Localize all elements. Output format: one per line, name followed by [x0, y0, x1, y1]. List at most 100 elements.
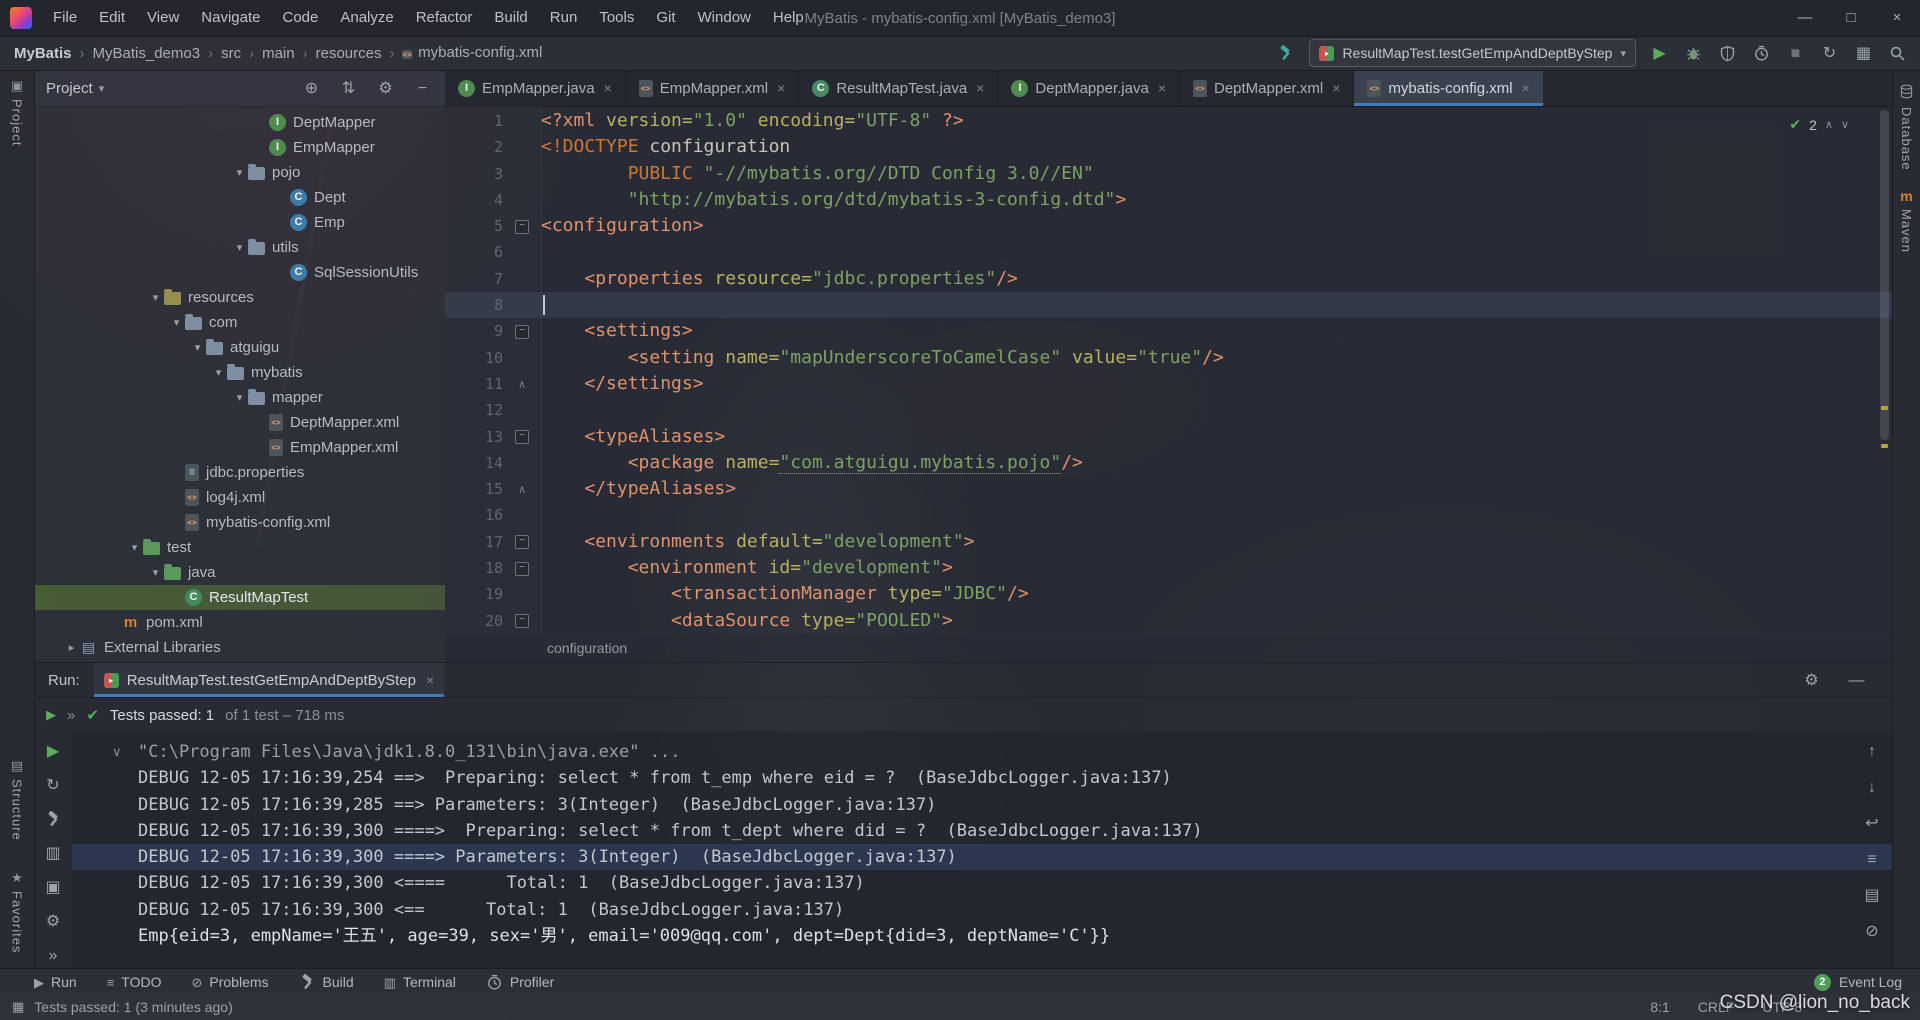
expand-icon[interactable]: » [43, 945, 64, 966]
tool-strip-structure[interactable]: ▤Structure [0, 758, 34, 841]
chevron-down-icon[interactable]: ▾ [126, 541, 143, 554]
close-tab-icon[interactable]: × [426, 672, 434, 688]
profiler-button[interactable] [1751, 43, 1772, 64]
code-line-12[interactable]: 12 [445, 397, 1893, 423]
toolwindow-button-todo[interactable]: ≡TODO [107, 974, 162, 990]
menu-tools[interactable]: Tools [588, 0, 645, 36]
editor-scrollbar[interactable] [1880, 110, 1889, 440]
scroll-up-icon[interactable]: ↑ [1862, 741, 1883, 762]
tree-item-com[interactable]: ▾com [34, 310, 445, 335]
tree-item-emp[interactable]: CEmp [34, 210, 445, 235]
chevron-down-icon[interactable]: ▾ [168, 316, 185, 329]
tree-item-mybatis-config-xml[interactable]: <>mybatis-config.xml [34, 510, 445, 535]
chevron-down-icon[interactable]: ∨ [112, 739, 122, 765]
tree-item-atguigu[interactable]: ▾atguigu [34, 335, 445, 360]
chevron-down-icon[interactable]: ▾ [210, 366, 227, 379]
locate-file-icon[interactable]: ⊕ [301, 78, 322, 99]
code-line-5[interactable]: 5−<configuration> [445, 213, 1893, 239]
close-tab-icon[interactable]: × [1332, 80, 1340, 96]
tree-item-resultmaptest[interactable]: CResultMapTest [34, 585, 445, 610]
minimize-button[interactable]: — [1782, 0, 1828, 36]
run-tab[interactable]: ▸ ResultMapTest.testGetEmpAndDeptByStep … [94, 663, 445, 697]
breadcrumb-item-src[interactable]: src [221, 45, 241, 62]
coverage-button[interactable] [1717, 43, 1738, 64]
expand-tests-icon[interactable]: » [67, 707, 75, 724]
breadcrumb-item-mybatis[interactable]: MyBatis [14, 45, 72, 62]
tree-item-resources[interactable]: ▾resources [34, 285, 445, 310]
toolwindow-button-terminal[interactable]: ▥Terminal [384, 974, 456, 990]
tree-item-sqlsessionutils[interactable]: CSqlSessionUtils [34, 260, 445, 285]
tool-strip-favorites[interactable]: ★Favorites [0, 870, 34, 953]
menu-view[interactable]: View [136, 0, 190, 36]
menu-run[interactable]: Run [539, 0, 589, 36]
chevron-right-icon[interactable]: ▸ [63, 641, 80, 654]
settings-gear-icon[interactable]: ⚙ [1801, 670, 1822, 691]
menu-file[interactable]: File [42, 0, 88, 36]
code-line-8[interactable]: 8 [445, 292, 1893, 318]
code-line-9[interactable]: 9− <settings> [445, 318, 1893, 344]
code-line-18[interactable]: 18− <environment id="development"> [445, 555, 1893, 581]
rerun-failed-icon[interactable]: ↻ [43, 775, 64, 796]
code-line-13[interactable]: 13− <typeAliases> [445, 424, 1893, 450]
tool-strip-project[interactable]: ▣Project [0, 78, 34, 146]
menu-navigate[interactable]: Navigate [190, 0, 271, 36]
menu-edit[interactable]: Edit [88, 0, 136, 36]
code-line-10[interactable]: 10 <setting name="mapUnderscoreToCamelCa… [445, 345, 1893, 371]
code-line-14[interactable]: 14 <package name="com.atguigu.mybatis.po… [445, 450, 1893, 476]
code-line-3[interactable]: 3 PUBLIC "-//mybatis.org//DTD Config 3.0… [445, 161, 1893, 187]
menu-build[interactable]: Build [483, 0, 538, 36]
soft-wrap-icon[interactable]: ↩ [1862, 813, 1883, 834]
next-problem-icon[interactable]: ∨ [1841, 118, 1849, 131]
layout-icon[interactable]: ▦ [1853, 43, 1874, 64]
tree-item-external-libraries[interactable]: ▸▤External Libraries [34, 635, 445, 660]
clear-console-icon[interactable]: ⊘ [1862, 921, 1883, 942]
menu-git[interactable]: Git [645, 0, 686, 36]
inspection-widget[interactable]: ✔ 2 ∧ ∨ [1789, 116, 1849, 133]
scroll-down-icon[interactable]: ↓ [1862, 777, 1883, 798]
toolwindow-button-run[interactable]: ▶Run [34, 974, 77, 990]
close-tab-icon[interactable]: × [1158, 80, 1166, 96]
menu-window[interactable]: Window [687, 0, 762, 36]
tree-item-jdbc-properties[interactable]: ≡jdbc.properties [34, 460, 445, 485]
tree-item-java[interactable]: ▾java [34, 560, 445, 585]
fold-icon[interactable]: − [515, 535, 529, 549]
tab-empmapper-xml[interactable]: <>EmpMapper.xml× [626, 70, 800, 106]
chevron-down-icon[interactable]: ▾ [231, 166, 248, 179]
tree-item-deptmapper-xml[interactable]: <>DeptMapper.xml [34, 410, 445, 435]
stop-button[interactable]: ■ [1785, 43, 1806, 64]
tree-item-mapper[interactable]: ▾mapper [34, 385, 445, 410]
code-line-11[interactable]: 11∧ </settings> [445, 371, 1893, 397]
breadcrumb-item-mybatis-demo3[interactable]: MyBatis_demo3 [93, 45, 201, 62]
breadcrumb-item-resources[interactable]: resources [316, 45, 382, 62]
tree-item-deptmapper[interactable]: IDeptMapper [34, 110, 445, 135]
close-tab-icon[interactable]: × [976, 80, 984, 96]
pin-icon[interactable]: ▥ [43, 843, 64, 864]
menu-analyze[interactable]: Analyze [329, 0, 404, 36]
run-configuration-select[interactable]: ▸ ResultMapTest.testGetEmpAndDeptByStep … [1309, 39, 1636, 67]
tree-item-mybatis[interactable]: ▾mybatis [34, 360, 445, 385]
collapse-all-icon[interactable]: ⇅ [338, 78, 359, 99]
toolwindow-button-build[interactable]: Build [299, 974, 354, 991]
tool-windows-icon[interactable]: ▦ [12, 999, 24, 1015]
scroll-to-end-icon[interactable]: ≡ [1862, 849, 1883, 870]
code-line-4[interactable]: 4 "http://mybatis.org/dtd/mybatis-3-conf… [445, 187, 1893, 213]
code-line-2[interactable]: 2<!DOCTYPE configuration [445, 134, 1893, 160]
close-tab-icon[interactable]: × [777, 80, 785, 96]
fold-icon[interactable]: − [515, 220, 529, 234]
fold-icon[interactable]: − [515, 325, 529, 339]
tab-deptmapper-xml[interactable]: <>DeptMapper.xml× [1180, 70, 1354, 106]
tab-empmapper-java[interactable]: IEmpMapper.java× [445, 70, 626, 106]
build-hammer-icon[interactable] [1275, 43, 1296, 64]
chevron-down-icon[interactable]: ▾ [147, 291, 164, 304]
code-line-16[interactable]: 16 [445, 502, 1893, 528]
menu-refactor[interactable]: Refactor [405, 0, 484, 36]
options-gear-icon[interactable]: ⚙ [43, 911, 64, 932]
screenshot-icon[interactable]: ▣ [43, 877, 64, 898]
test-settings-icon[interactable] [43, 809, 64, 830]
tree-item-dept[interactable]: CDept [34, 185, 445, 210]
project-panel-title[interactable]: Project [46, 80, 93, 97]
code-line-20[interactable]: 20− <dataSource type="POOLED"> [445, 608, 1893, 634]
chevron-down-icon[interactable]: ▾ [231, 391, 248, 404]
prev-problem-icon[interactable]: ∧ [1825, 118, 1833, 131]
chevron-down-icon[interactable]: ▾ [189, 341, 206, 354]
